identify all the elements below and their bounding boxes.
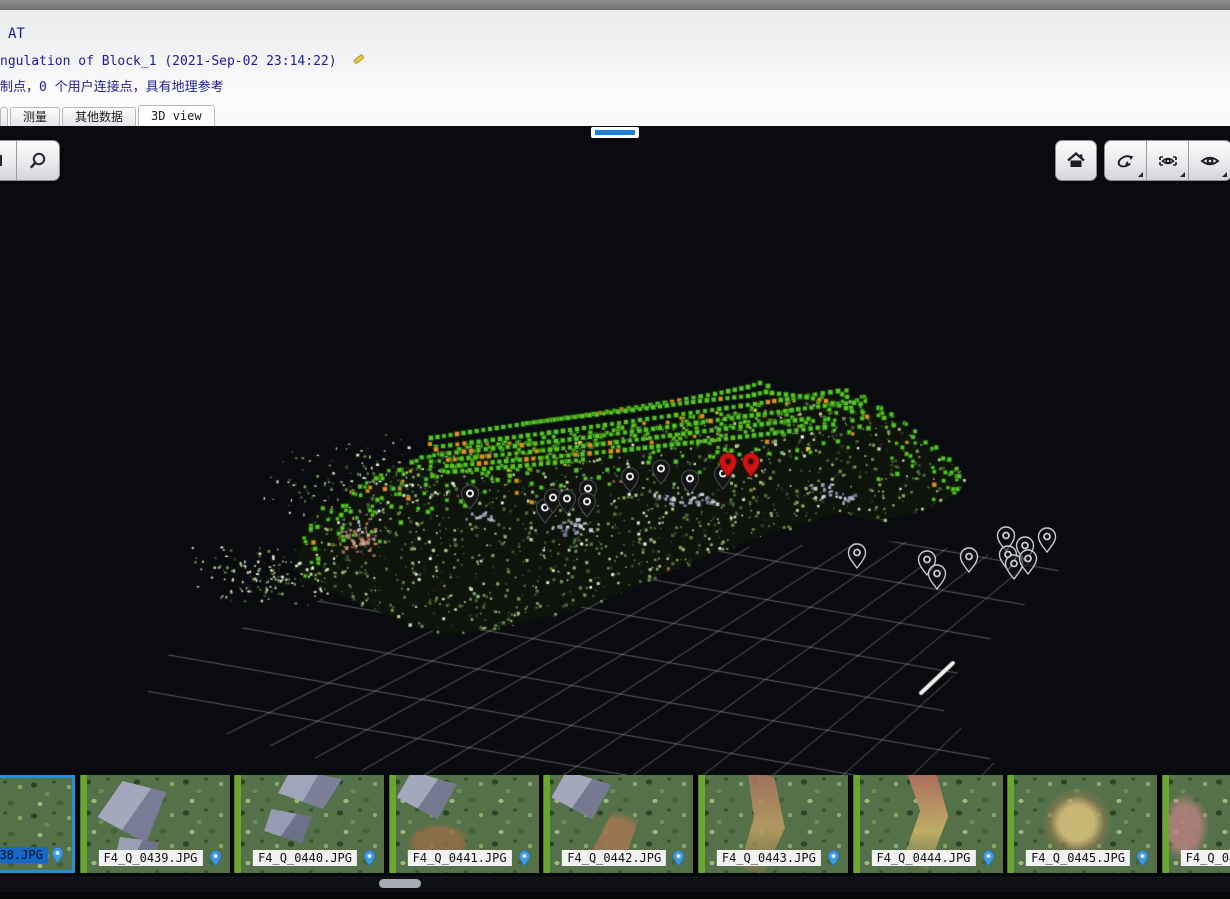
tab-label: 其他数据 [75,110,123,124]
unplaced-gray-pin[interactable] [929,565,946,589]
photo-status-stripe [854,775,860,873]
tab-other-data[interactable]: 其他数据 [62,107,136,127]
clipped-tool-button[interactable] [0,141,17,180]
orbit-rotate-icon [1115,150,1137,172]
focus-eye-icon [1156,150,1180,172]
photo-status-stripe [699,775,705,873]
photo-status-stripe [235,775,241,873]
clipped-tool-icon [0,152,5,170]
display-options-button[interactable] [1189,141,1230,180]
camera-black-pin[interactable] [682,470,699,494]
tab-bar: 测量 其他数据 3D view [0,105,1230,126]
camera-black-pin[interactable] [462,485,479,509]
magnifier-icon [28,151,48,171]
photo-filename: F4_Q_0440.JPG [253,850,357,866]
eye-icon [1198,150,1222,172]
filmstrip-thumb[interactable]: F4_Q_0442.JPG [543,775,693,873]
unplaced-gray-pin[interactable] [961,548,978,572]
unplaced-gray-pin[interactable] [1039,528,1056,552]
photo-location-pin-icon [1136,850,1149,867]
tab-measure[interactable]: 测量 [10,107,60,127]
bottom-edge [0,892,1230,899]
filmstrip-thumb[interactable]: F4_Q_0445.JPG [1007,775,1157,873]
orbit-rotate-button[interactable] [1105,141,1147,180]
window-titlebar [0,0,1230,10]
photo-location-pin-icon [363,850,376,867]
photo-filename: F4_Q_0444.JPG [871,850,975,866]
unplaced-gray-pin[interactable] [1020,550,1037,574]
tab-label: 测量 [23,110,47,124]
dropdown-corner [1180,172,1185,177]
photo-filename: F4_Q_0439.JPG [98,850,202,866]
photo-filmstrip: F4_Q_0438.JPG F4_Q_0439.JPG F4_Q_0440.JPG F… [0,775,1230,873]
scrollbar-thumb[interactable] [379,879,421,888]
block-title: ngulation of Block_1 (2021-Sep-02 23:14:… [0,54,337,69]
edit-pencil-icon[interactable] [351,52,366,67]
photo-status-stripe [544,775,550,873]
toolbar-left [0,140,60,181]
photo-location-pin-icon [518,850,531,867]
photo-filename: F4_Q_0446.JPG [1181,850,1230,866]
photo-filename: F4_Q_0442.JPG [562,850,666,866]
photo-status-stripe [81,775,87,873]
marker-pin-layer [0,126,1230,775]
photo-location-pin-icon [982,850,995,867]
photo-filename: F4_Q_0438.JPG [0,847,48,863]
control-point-red-pin[interactable] [743,453,760,477]
photo-location-pin-icon [672,850,685,867]
photo-status-stripe [1163,775,1169,873]
photo-location-pin-icon [827,850,840,867]
camera-black-pin[interactable] [579,493,596,517]
photo-filename: F4_Q_0445.JPG [1026,850,1130,866]
zoom-search-button[interactable] [17,141,58,180]
dropdown-corner [1222,172,1227,177]
filmstrip-thumb[interactable]: F4_Q_0439.JPG [80,775,230,873]
toolbar-right-group [1104,140,1230,181]
drag-handle-bar [595,130,635,135]
tab-label: 3D view [151,109,202,123]
photo-status-stripe [1008,775,1014,873]
camera-black-pin[interactable] [653,460,670,484]
home-view-button[interactable] [1055,140,1097,181]
filmstrip-thumb[interactable]: F4_Q_0443.JPG [698,775,848,873]
home-icon [1066,151,1086,170]
tab-3d-view[interactable]: 3D view [138,105,215,127]
photo-status-stripe [390,775,396,873]
filmstrip-scrollbar[interactable] [0,876,1230,892]
camera-black-pin[interactable] [559,490,576,514]
app-window: AT ngulation of Block_1 (2021-Sep-02 23:… [0,0,1230,899]
filmstrip-thumb[interactable]: F4_Q_0446.JPG [1162,775,1230,873]
project-name: AT [8,26,25,42]
filmstrip-thumb[interactable]: F4_Q_0438.JPG [0,775,75,873]
photo-location-pin-icon [51,847,64,864]
dropdown-corner [1138,172,1143,177]
photo-location-pin-icon [209,850,222,867]
photo-filename: F4_Q_0441.JPG [408,850,512,866]
filmstrip-thumb[interactable]: F4_Q_0440.JPG [234,775,384,873]
block-summary: 制点，0 个用户连接点，具有地理参考 [0,76,224,95]
photo-filename: F4_Q_0443.JPG [717,850,821,866]
panel-drag-handle[interactable] [591,127,639,138]
tab-clipped[interactable] [0,107,8,127]
unplaced-gray-pin[interactable] [849,544,866,568]
camera-black-pin[interactable] [622,468,639,492]
zoom-on-visible-button[interactable] [1147,141,1189,180]
filmstrip-thumb[interactable]: F4_Q_0441.JPG [389,775,539,873]
filmstrip-thumb[interactable]: F4_Q_0444.JPG [853,775,1003,873]
block-title-line: ngulation of Block_1 (2021-Sep-02 23:14:… [0,52,366,69]
viewport-3d: 100 m [0,126,1230,775]
